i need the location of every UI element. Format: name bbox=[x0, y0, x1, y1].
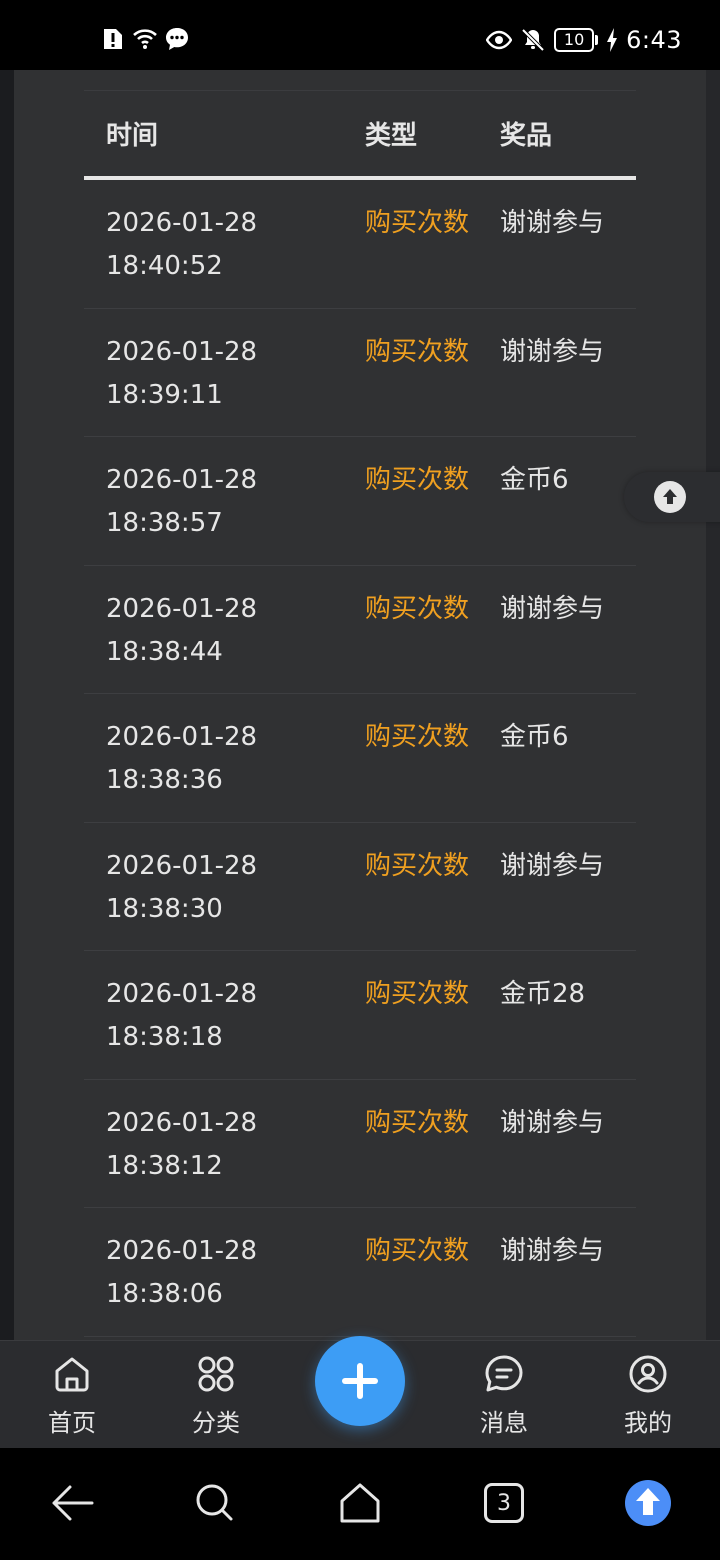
row-type: 购买次数 bbox=[365, 593, 470, 624]
row-prize: 谢谢参与 bbox=[500, 336, 605, 367]
row-type: 购买次数 bbox=[365, 722, 470, 752]
tab-messages[interactable]: 消息 bbox=[454, 1341, 554, 1449]
message-bubble-icon bbox=[166, 28, 188, 50]
row-time: 18:38:30 bbox=[106, 893, 223, 924]
battery-indicator: 10 bbox=[554, 28, 599, 52]
row-prize: 谢谢参与 bbox=[500, 208, 605, 238]
row-type: 购买次数 bbox=[365, 1236, 470, 1266]
tab-count: 3 bbox=[497, 1490, 511, 1516]
status-right-icons: 10 6:43 bbox=[486, 26, 682, 54]
row-type: 购买次数 bbox=[365, 208, 470, 238]
row-time: 18:38:06 bbox=[106, 1279, 223, 1309]
home-outline-icon bbox=[340, 1483, 380, 1523]
scroll-to-top-button[interactable] bbox=[624, 472, 720, 522]
search-icon bbox=[196, 1484, 233, 1521]
row-time: 18:38:36 bbox=[106, 765, 223, 795]
row-prize: 谢谢参与 bbox=[500, 850, 605, 881]
status-bar: 10 6:43 bbox=[0, 0, 720, 70]
row-date: 2026-01-28 bbox=[106, 979, 258, 1009]
chat-icon bbox=[485, 1355, 523, 1392]
header-time: 时间 bbox=[106, 121, 159, 151]
row-date: 2026-01-28 bbox=[106, 208, 258, 238]
arrow-up-icon bbox=[663, 489, 677, 504]
row-date: 2026-01-28 bbox=[106, 465, 258, 495]
tab-home[interactable]: 首页 bbox=[22, 1341, 122, 1449]
row-type: 购买次数 bbox=[365, 465, 470, 495]
add-button[interactable] bbox=[315, 1336, 405, 1426]
battery-level: 10 bbox=[554, 28, 595, 52]
wifi-icon bbox=[133, 29, 157, 49]
row-date: 2026-01-28 bbox=[106, 336, 258, 367]
grid-icon bbox=[198, 1356, 234, 1392]
row-time: 18:38:18 bbox=[106, 1022, 223, 1052]
row-type: 购买次数 bbox=[365, 336, 470, 367]
row-time: 18:38:12 bbox=[106, 1150, 223, 1181]
sim-alert-icon bbox=[104, 29, 122, 49]
row-type: 购买次数 bbox=[365, 1107, 470, 1138]
row-date: 2026-01-28 bbox=[106, 722, 258, 752]
row-prize: 谢谢参与 bbox=[500, 1107, 605, 1138]
eye-icon bbox=[486, 30, 513, 50]
back-button[interactable] bbox=[47, 1478, 97, 1528]
status-time: 6:43 bbox=[626, 26, 682, 54]
plus-icon bbox=[342, 1363, 378, 1399]
search-button[interactable] bbox=[190, 1478, 240, 1528]
tab-category-label: 分类 bbox=[192, 1409, 240, 1437]
table-row: 2026-01-28 18:38:06 购买次数 谢谢参与 bbox=[84, 1208, 636, 1337]
page-content: 时间 类型 奖品 2026-01-28 18:40:52 购买次数 谢谢参与 2… bbox=[0, 70, 720, 1340]
row-date: 2026-01-28 bbox=[106, 1107, 258, 1138]
status-left-icons bbox=[100, 26, 190, 52]
row-date: 2026-01-28 bbox=[106, 593, 258, 624]
row-time: 18:39:11 bbox=[106, 379, 223, 410]
row-prize: 金币6 bbox=[500, 722, 569, 752]
charging-icon bbox=[607, 28, 618, 52]
tab-home-label: 首页 bbox=[48, 1409, 96, 1437]
system-nav-bar: 3 bbox=[0, 1448, 720, 1560]
row-prize: 金币6 bbox=[500, 465, 569, 495]
table-row: 2026-01-28 18:40:52 购买次数 谢谢参与 bbox=[84, 180, 636, 309]
row-prize: 谢谢参与 bbox=[500, 593, 605, 624]
tab-count-badge: 3 bbox=[484, 1483, 524, 1523]
header-prize: 奖品 bbox=[500, 121, 553, 151]
row-prize: 谢谢参与 bbox=[500, 1236, 605, 1266]
profile-icon bbox=[629, 1355, 667, 1393]
row-prize: 金币28 bbox=[500, 979, 586, 1009]
tab-mine-label: 我的 bbox=[624, 1409, 672, 1437]
row-date: 2026-01-28 bbox=[106, 1236, 258, 1266]
tabs-button[interactable]: 3 bbox=[479, 1478, 529, 1528]
tab-messages-label: 消息 bbox=[480, 1409, 528, 1437]
upload-arrow-icon bbox=[625, 1480, 671, 1526]
row-date: 2026-01-28 bbox=[106, 850, 258, 881]
home-nav-button[interactable] bbox=[335, 1478, 385, 1528]
back-arrow-icon bbox=[52, 1485, 94, 1521]
upload-button[interactable] bbox=[623, 1478, 673, 1528]
table-row: 2026-01-28 18:39:11 购买次数 谢谢参与 bbox=[84, 309, 636, 437]
table-row: 2026-01-28 18:38:12 购买次数 谢谢参与 bbox=[84, 1080, 636, 1208]
row-time: 18:38:44 bbox=[106, 636, 223, 667]
table-row: 2026-01-28 18:38:30 购买次数 谢谢参与 bbox=[84, 823, 636, 951]
tab-mine[interactable]: 我的 bbox=[598, 1341, 698, 1449]
table-row: 2026-01-28 18:38:36 购买次数 金币6 bbox=[84, 694, 636, 823]
home-icon bbox=[55, 1357, 89, 1392]
tab-category[interactable]: 分类 bbox=[166, 1341, 266, 1449]
table-row: 2026-01-28 18:38:44 购买次数 谢谢参与 bbox=[84, 566, 636, 694]
table-row: 2026-01-28 18:38:57 购买次数 金币6 bbox=[84, 437, 636, 566]
record-table: 时间 类型 奖品 2026-01-28 18:40:52 购买次数 谢谢参与 2… bbox=[84, 90, 636, 1337]
row-type: 购买次数 bbox=[365, 850, 470, 881]
table-row: 2026-01-28 18:38:18 购买次数 金币28 bbox=[84, 951, 636, 1080]
table-header: 时间 类型 奖品 bbox=[84, 90, 636, 180]
row-time: 18:38:57 bbox=[106, 508, 223, 538]
row-time: 18:40:52 bbox=[106, 251, 223, 281]
row-type: 购买次数 bbox=[365, 979, 470, 1009]
bell-muted-icon bbox=[521, 28, 545, 52]
header-type: 类型 bbox=[365, 121, 418, 151]
